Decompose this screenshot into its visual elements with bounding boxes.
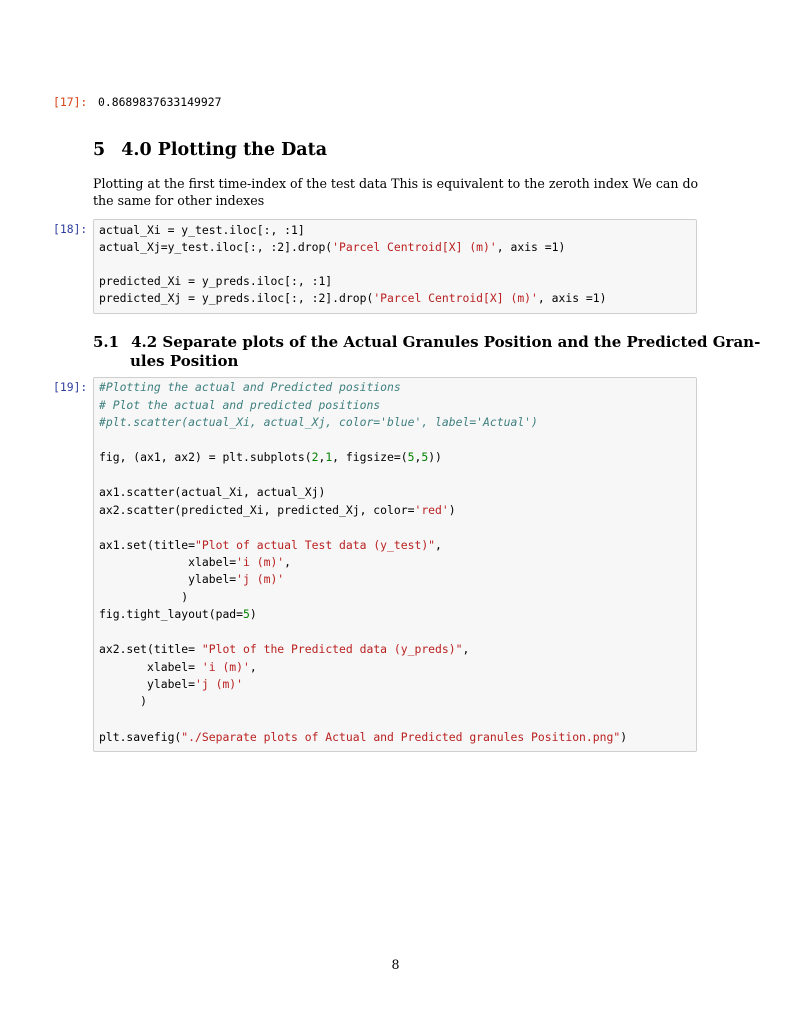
- code-line: ax2.scatter(predicted_Xi, predicted_Xj, …: [99, 503, 456, 517]
- code-line: predicted_Xj = y_preds.iloc[:, :2].drop(…: [99, 291, 607, 305]
- code-line: predicted_Xi = y_preds.iloc[:, :1]: [99, 274, 333, 288]
- section-number: 5: [93, 140, 106, 160]
- code-comment: #plt.scatter(actual_Xi, actual_Xj, color…: [99, 415, 538, 429]
- code-line: ax1.scatter(actual_Xi, actual_Xj): [99, 485, 326, 499]
- section-title: 4.0 Plotting the Data: [121, 140, 328, 160]
- code-line: ): [99, 590, 189, 604]
- code-comment: #Plotting the actual and Predicted posit…: [99, 380, 401, 394]
- code-cell-18[interactable]: actual_Xi = y_test.iloc[:, :1] actual_Xj…: [93, 219, 697, 314]
- output-value-17: 0.8689837633149927: [98, 95, 222, 109]
- input-prompt-19: [19]:: [53, 380, 88, 394]
- code-line: fig.tight_layout(pad=5): [99, 607, 257, 621]
- code-comment: # Plot the actual and predicted position…: [99, 398, 381, 412]
- code-cell-19[interactable]: #Plotting the actual and Predicted posit…: [93, 377, 697, 752]
- code-line: ): [99, 694, 148, 708]
- code-line: xlabel= 'i (m)',: [99, 660, 257, 674]
- paragraph-line-1: Plotting at the first time-index of the …: [93, 176, 699, 191]
- paragraph: Plotting at the first time-index of the …: [93, 175, 699, 209]
- code-line: ylabel='j (m)': [99, 677, 244, 691]
- subsection-title-line-2: ules Position: [130, 352, 239, 370]
- code-line: plt.savefig("./Separate plots of Actual …: [99, 730, 628, 744]
- subsection-number: 5.1: [93, 333, 120, 351]
- subsection-heading: 5.1 4.2 Separate plots of the Actual Gran…: [93, 333, 760, 371]
- section-heading: 5 4.0 Plotting the Data: [93, 140, 327, 160]
- subsection-title-line-1: 4.2 Separate plots of the Actual Granule…: [131, 333, 761, 351]
- code-line: xlabel='i (m)',: [99, 555, 292, 569]
- code-line: ylabel='j (m)': [99, 572, 285, 586]
- input-prompt-18: [18]:: [53, 222, 88, 236]
- code-line: ax1.set(title="Plot of actual Test data …: [99, 538, 442, 552]
- code-line: actual_Xi = y_test.iloc[:, :1]: [99, 223, 305, 237]
- code-line: actual_Xj=y_test.iloc[:, :2].drop('Parce…: [99, 240, 566, 254]
- page-number: 8: [391, 957, 400, 972]
- output-prompt-17: [17]:: [53, 95, 88, 109]
- paragraph-line-2: the same for other indexes: [93, 193, 265, 208]
- code-line: ax2.set(title= "Plot of the Predicted da…: [99, 642, 470, 656]
- code-line: fig, (ax1, ax2) = plt.subplots(2,1, figs…: [99, 450, 442, 464]
